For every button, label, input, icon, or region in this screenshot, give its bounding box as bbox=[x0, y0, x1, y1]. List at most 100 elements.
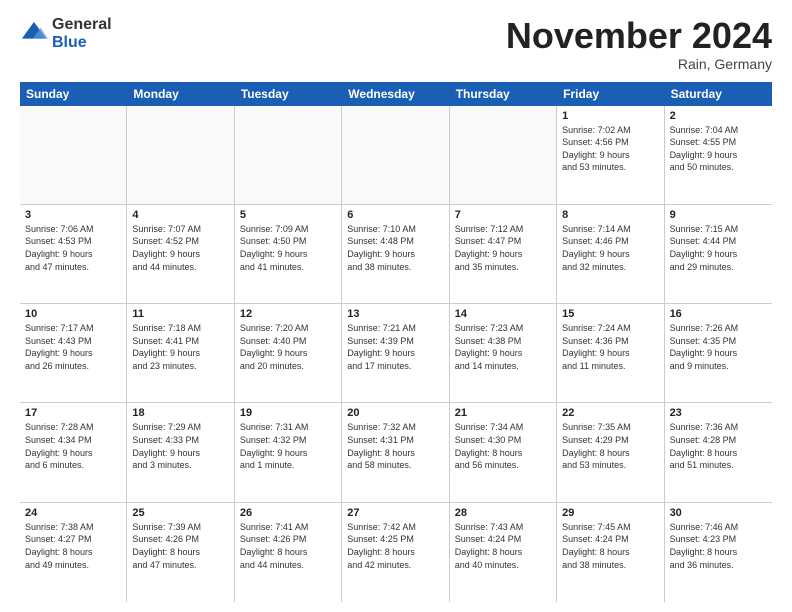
day-cell-7: 7 Sunrise: 7:12 AM Sunset: 4:47 PM Daylig… bbox=[450, 205, 557, 303]
day-cell-29: 29 Sunrise: 7:45 AM Sunset: 4:24 PM Dayli… bbox=[557, 503, 664, 602]
day-number-29: 29 bbox=[562, 507, 658, 519]
day-cell-24: 24 Sunrise: 7:38 AM Sunset: 4:27 PM Dayli… bbox=[20, 503, 127, 602]
day-cell-6: 6Sunrise: 7:10 AM Sunset: 4:48 PM Daylig… bbox=[342, 205, 449, 303]
day-info-4: Sunrise: 7:07 AM Sunset: 4:52 PM Dayligh… bbox=[132, 223, 228, 273]
day-info-27: Sunrise: 7:42 AM Sunset: 4:25 PM Dayligh… bbox=[347, 521, 443, 571]
day-number-16: 16 bbox=[670, 308, 767, 320]
day-info-7: Sunrise: 7:12 AM Sunset: 4:47 PM Dayligh… bbox=[455, 223, 551, 273]
day-info-20: Sunrise: 7:32 AM Sunset: 4:31 PM Dayligh… bbox=[347, 421, 443, 471]
day-info-18: Sunrise: 7:29 AM Sunset: 4:33 PM Dayligh… bbox=[132, 421, 228, 471]
day-number-28: 28 bbox=[455, 507, 551, 519]
header-tuesday: Tuesday bbox=[235, 82, 342, 106]
day-number-5: 5 bbox=[240, 209, 336, 221]
day-info-13: Sunrise: 7:21 AM Sunset: 4:39 PM Dayligh… bbox=[347, 322, 443, 372]
empty-cell-w0-d2 bbox=[235, 106, 342, 204]
day-number-7: 7 bbox=[455, 209, 551, 221]
day-info-10: Sunrise: 7:17 AM Sunset: 4:43 PM Dayligh… bbox=[25, 322, 121, 372]
week-row-1: 3 Sunrise: 7:06 AM Sunset: 4:53 PM Daylig… bbox=[20, 205, 772, 304]
day-number-17: 17 bbox=[25, 407, 121, 419]
day-info-28: Sunrise: 7:43 AM Sunset: 4:24 PM Dayligh… bbox=[455, 521, 551, 571]
day-info-15: Sunrise: 7:24 AM Sunset: 4:36 PM Dayligh… bbox=[562, 322, 658, 372]
empty-cell-w0-d1 bbox=[127, 106, 234, 204]
day-number-14: 14 bbox=[455, 308, 551, 320]
day-info-25: Sunrise: 7:39 AM Sunset: 4:26 PM Dayligh… bbox=[132, 521, 228, 571]
day-number-1: 1 bbox=[562, 110, 658, 122]
day-number-30: 30 bbox=[670, 507, 767, 519]
day-cell-4: 4 Sunrise: 7:07 AM Sunset: 4:52 PM Daylig… bbox=[127, 205, 234, 303]
day-cell-28: 28 Sunrise: 7:43 AM Sunset: 4:24 PM Dayli… bbox=[450, 503, 557, 602]
day-cell-26: 26 Sunrise: 7:41 AM Sunset: 4:26 PM Dayli… bbox=[235, 503, 342, 602]
day-number-11: 11 bbox=[132, 308, 228, 320]
day-info-11: Sunrise: 7:18 AM Sunset: 4:41 PM Dayligh… bbox=[132, 322, 228, 372]
empty-cell-w0-d4 bbox=[450, 106, 557, 204]
day-number-21: 21 bbox=[455, 407, 551, 419]
header-saturday: Saturday bbox=[665, 82, 772, 106]
day-info-29: Sunrise: 7:45 AM Sunset: 4:24 PM Dayligh… bbox=[562, 521, 658, 571]
day-cell-19: 19 Sunrise: 7:31 AM Sunset: 4:32 PM Dayli… bbox=[235, 403, 342, 501]
week-row-3: 17 Sunrise: 7:28 AM Sunset: 4:34 PM Dayli… bbox=[20, 403, 772, 502]
day-info-8: Sunrise: 7:14 AM Sunset: 4:46 PM Dayligh… bbox=[562, 223, 658, 273]
day-number-20: 20 bbox=[347, 407, 443, 419]
day-info-3: Sunrise: 7:06 AM Sunset: 4:53 PM Dayligh… bbox=[25, 223, 121, 273]
day-cell-18: 18 Sunrise: 7:29 AM Sunset: 4:33 PM Dayli… bbox=[127, 403, 234, 501]
day-info-9: Sunrise: 7:15 AM Sunset: 4:44 PM Dayligh… bbox=[670, 223, 767, 273]
day-cell-14: 14 Sunrise: 7:23 AM Sunset: 4:38 PM Dayli… bbox=[450, 304, 557, 402]
day-cell-16: 16 Sunrise: 7:26 AM Sunset: 4:35 PM Dayli… bbox=[665, 304, 772, 402]
day-cell-25: 25Sunrise: 7:39 AM Sunset: 4:26 PM Dayli… bbox=[127, 503, 234, 602]
day-number-2: 2 bbox=[670, 110, 767, 122]
day-info-17: Sunrise: 7:28 AM Sunset: 4:34 PM Dayligh… bbox=[25, 421, 121, 471]
day-cell-15: 15Sunrise: 7:24 AM Sunset: 4:36 PM Dayli… bbox=[557, 304, 664, 402]
day-number-27: 27 bbox=[347, 507, 443, 519]
day-number-23: 23 bbox=[670, 407, 767, 419]
day-cell-11: 11 Sunrise: 7:18 AM Sunset: 4:41 PM Dayli… bbox=[127, 304, 234, 402]
day-info-6: Sunrise: 7:10 AM Sunset: 4:48 PM Dayligh… bbox=[347, 223, 443, 273]
day-info-21: Sunrise: 7:34 AM Sunset: 4:30 PM Dayligh… bbox=[455, 421, 551, 471]
day-info-30: Sunrise: 7:46 AM Sunset: 4:23 PM Dayligh… bbox=[670, 521, 767, 571]
empty-cell-w0-d0 bbox=[20, 106, 127, 204]
header-monday: Monday bbox=[127, 82, 234, 106]
day-number-26: 26 bbox=[240, 507, 336, 519]
day-info-16: Sunrise: 7:26 AM Sunset: 4:35 PM Dayligh… bbox=[670, 322, 767, 372]
day-info-1: Sunrise: 7:02 AM Sunset: 4:56 PM Dayligh… bbox=[562, 124, 658, 174]
calendar: Sunday Monday Tuesday Wednesday Thursday… bbox=[20, 82, 772, 602]
day-number-22: 22 bbox=[562, 407, 658, 419]
day-cell-10: 10 Sunrise: 7:17 AM Sunset: 4:43 PM Dayli… bbox=[20, 304, 127, 402]
header: General Blue November 2024 Rain, Germany bbox=[20, 16, 772, 72]
day-cell-20: 20 Sunrise: 7:32 AM Sunset: 4:31 PM Dayli… bbox=[342, 403, 449, 501]
page: General Blue November 2024 Rain, Germany… bbox=[0, 0, 792, 612]
calendar-body: 1 Sunrise: 7:02 AM Sunset: 4:56 PM Daylig… bbox=[20, 106, 772, 602]
day-info-26: Sunrise: 7:41 AM Sunset: 4:26 PM Dayligh… bbox=[240, 521, 336, 571]
month-title: November 2024 bbox=[506, 16, 772, 56]
day-cell-2: 2 Sunrise: 7:04 AM Sunset: 4:55 PM Daylig… bbox=[665, 106, 772, 204]
calendar-header: Sunday Monday Tuesday Wednesday Thursday… bbox=[20, 82, 772, 106]
week-row-2: 10 Sunrise: 7:17 AM Sunset: 4:43 PM Dayli… bbox=[20, 304, 772, 403]
header-wednesday: Wednesday bbox=[342, 82, 449, 106]
day-info-12: Sunrise: 7:20 AM Sunset: 4:40 PM Dayligh… bbox=[240, 322, 336, 372]
day-number-4: 4 bbox=[132, 209, 228, 221]
logo-icon bbox=[20, 20, 48, 48]
day-info-19: Sunrise: 7:31 AM Sunset: 4:32 PM Dayligh… bbox=[240, 421, 336, 471]
day-cell-30: 30 Sunrise: 7:46 AM Sunset: 4:23 PM Dayli… bbox=[665, 503, 772, 602]
day-cell-8: 8 Sunrise: 7:14 AM Sunset: 4:46 PM Daylig… bbox=[557, 205, 664, 303]
day-number-10: 10 bbox=[25, 308, 121, 320]
day-info-24: Sunrise: 7:38 AM Sunset: 4:27 PM Dayligh… bbox=[25, 521, 121, 571]
day-number-19: 19 bbox=[240, 407, 336, 419]
day-cell-23: 23Sunrise: 7:36 AM Sunset: 4:28 PM Dayli… bbox=[665, 403, 772, 501]
day-number-24: 24 bbox=[25, 507, 121, 519]
logo: General Blue bbox=[20, 16, 112, 51]
day-cell-5: 5Sunrise: 7:09 AM Sunset: 4:50 PM Daylig… bbox=[235, 205, 342, 303]
day-info-14: Sunrise: 7:23 AM Sunset: 4:38 PM Dayligh… bbox=[455, 322, 551, 372]
day-number-8: 8 bbox=[562, 209, 658, 221]
day-info-2: Sunrise: 7:04 AM Sunset: 4:55 PM Dayligh… bbox=[670, 124, 767, 174]
day-number-12: 12 bbox=[240, 308, 336, 320]
day-cell-21: 21 Sunrise: 7:34 AM Sunset: 4:30 PM Dayli… bbox=[450, 403, 557, 501]
day-cell-12: 12 Sunrise: 7:20 AM Sunset: 4:40 PM Dayli… bbox=[235, 304, 342, 402]
day-cell-9: 9Sunrise: 7:15 AM Sunset: 4:44 PM Daylig… bbox=[665, 205, 772, 303]
title-block: November 2024 Rain, Germany bbox=[506, 16, 772, 72]
day-number-3: 3 bbox=[25, 209, 121, 221]
day-cell-27: 27 Sunrise: 7:42 AM Sunset: 4:25 PM Dayli… bbox=[342, 503, 449, 602]
day-number-18: 18 bbox=[132, 407, 228, 419]
day-cell-22: 22Sunrise: 7:35 AM Sunset: 4:29 PM Dayli… bbox=[557, 403, 664, 501]
empty-cell-w0-d3 bbox=[342, 106, 449, 204]
day-cell-17: 17 Sunrise: 7:28 AM Sunset: 4:34 PM Dayli… bbox=[20, 403, 127, 501]
